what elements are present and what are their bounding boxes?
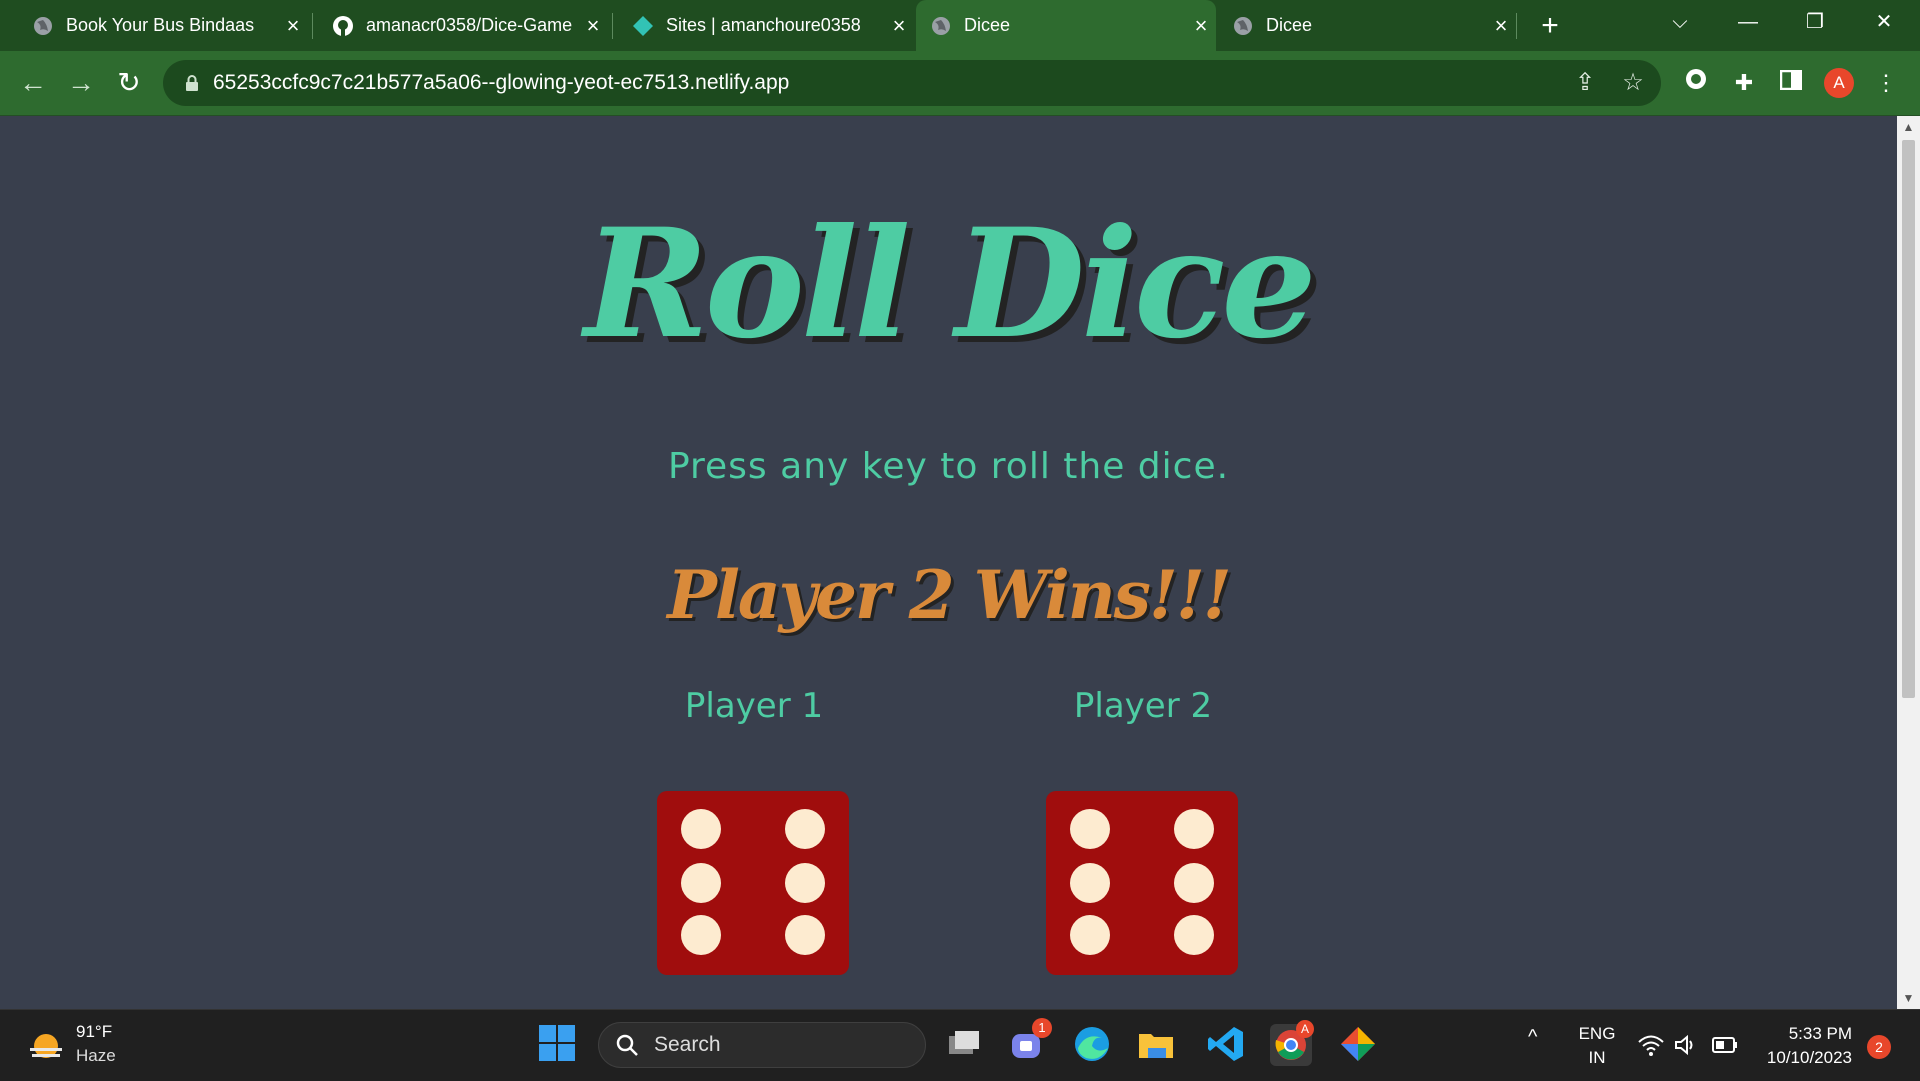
die-pip <box>1070 915 1110 955</box>
die-pip <box>1174 915 1214 955</box>
die-pip <box>681 809 721 849</box>
tab-strip: Book Your Bus Bindaas × amanacr0358/Dice… <box>0 0 1920 51</box>
globe-icon <box>930 15 952 37</box>
tab-github-dice-game[interactable]: amanacr0358/Dice-Game × <box>318 0 608 51</box>
forward-arrow-icon[interactable]: → <box>63 65 99 101</box>
instruction-text: Press any key to roll the dice. <box>667 446 1230 487</box>
die-pip <box>1070 863 1110 903</box>
close-tab-icon[interactable]: × <box>578 13 608 39</box>
tab-title: amanacr0358/Dice-Game <box>366 15 573 35</box>
tab-book-your-bus[interactable]: Book Your Bus Bindaas × <box>18 0 308 51</box>
tab-title: Book Your Bus Bindaas <box>66 15 255 35</box>
menu-kebab-icon[interactable]: ⋮ <box>1870 67 1902 99</box>
show-hidden-icons-chevron-icon[interactable]: ^ <box>1528 1026 1537 1049</box>
page-content: Roll Dice Press any key to roll the dice… <box>0 116 1897 1009</box>
extension-circle-icon[interactable] <box>1680 67 1712 99</box>
close-window-icon[interactable]: ✕ <box>1856 0 1912 45</box>
tab-title: Dicee <box>1266 15 1313 35</box>
volume-icon[interactable] <box>1674 1034 1698 1061</box>
language-line1[interactable]: ENG <box>1576 1024 1618 1044</box>
tab-dicee-active[interactable]: Dicee × <box>916 0 1216 51</box>
weather-description[interactable]: Haze <box>76 1046 116 1066</box>
tab-title: Sites | amanchoure0358 <box>666 15 861 35</box>
vscode-icon[interactable] <box>1206 1024 1248 1066</box>
player-1-die <box>657 791 849 975</box>
die-pip <box>785 915 825 955</box>
windows-start-icon[interactable] <box>538 1024 580 1066</box>
lock-icon[interactable] <box>185 75 199 96</box>
minimize-icon[interactable]: — <box>1720 0 1776 45</box>
close-tab-icon[interactable]: × <box>884 13 914 39</box>
github-icon <box>332 15 354 37</box>
tab-dicee[interactable]: Dicee × <box>1218 0 1516 51</box>
clock-time[interactable]: 5:33 PM <box>1752 1024 1852 1044</box>
battery-icon[interactable] <box>1712 1036 1738 1059</box>
die-pip <box>681 863 721 903</box>
netlify-icon <box>632 15 654 37</box>
page-title: Roll Dice <box>584 196 1317 372</box>
scroll-up-arrow-icon[interactable]: ▲ <box>1897 116 1920 138</box>
search-label: Search <box>654 1033 721 1056</box>
language-line2[interactable]: IN <box>1576 1048 1618 1068</box>
close-tab-icon[interactable]: × <box>1486 13 1516 39</box>
new-tab-button[interactable]: + <box>1530 6 1570 46</box>
scrollbar-thumb[interactable] <box>1902 140 1915 698</box>
die-pip <box>785 863 825 903</box>
teams-badge: 1 <box>1032 1018 1052 1038</box>
task-view-icon[interactable] <box>944 1024 986 1066</box>
tab-title: Dicee <box>964 15 1011 35</box>
player-2-label: Player 2 <box>1073 686 1213 726</box>
globe-icon <box>32 15 54 37</box>
bookmark-star-icon[interactable]: ☆ <box>1618 68 1648 98</box>
reload-icon[interactable]: ↻ <box>111 65 147 101</box>
edge-browser-icon[interactable] <box>1072 1024 1114 1066</box>
browser-toolbar: ← → ↻ 65253ccfc9c7c21b577a5a06--glowing-… <box>0 51 1920 116</box>
tab-netlify-sites[interactable]: Sites | amanchoure0358 × <box>618 0 914 51</box>
die-pip <box>1174 809 1214 849</box>
page-scrollbar[interactable]: ▲ ▼ <box>1897 116 1920 1009</box>
address-bar[interactable]: 65253ccfc9c7c21b577a5a06--glowing-yeot-e… <box>163 60 1661 106</box>
teams-chat-icon[interactable]: 1 <box>1008 1018 1052 1066</box>
extensions-puzzle-icon[interactable]: ✚ <box>1728 67 1760 99</box>
restore-icon[interactable]: ❐ <box>1787 0 1843 45</box>
die-pip <box>1174 863 1214 903</box>
back-arrow-icon[interactable]: ← <box>15 65 51 101</box>
tab-search-chevron-icon[interactable]: ⌵ <box>1652 0 1708 45</box>
weather-temperature[interactable]: 91°F <box>76 1022 112 1042</box>
profile-avatar[interactable]: A <box>1824 68 1854 98</box>
url-text: 65253ccfc9c7c21b577a5a06--glowing-yeot-e… <box>213 71 790 94</box>
globe-icon <box>1232 15 1254 37</box>
chrome-profile-badge: A <box>1296 1020 1314 1038</box>
clock-date[interactable]: 10/10/2023 <box>1752 1048 1852 1068</box>
taskbar-search[interactable]: Search <box>598 1022 926 1068</box>
search-icon <box>615 1033 639 1062</box>
result-heading: Player 2 Wins!!! <box>667 556 1232 634</box>
file-explorer-icon[interactable] <box>1136 1024 1178 1066</box>
player-1-label: Player 1 <box>684 686 824 726</box>
die-pip <box>681 915 721 955</box>
taskbar: 91°F Haze Search 1 A ^ ENG IN 5:33 PM 10… <box>0 1009 1920 1081</box>
weather-sun-icon[interactable] <box>26 1026 66 1071</box>
share-icon[interactable]: ⇪ <box>1570 68 1600 98</box>
close-tab-icon[interactable]: × <box>278 13 308 39</box>
close-tab-icon[interactable]: × <box>1186 13 1216 39</box>
die-pip <box>785 809 825 849</box>
wifi-icon[interactable] <box>1638 1034 1664 1061</box>
chrome-icon[interactable]: A <box>1270 1020 1314 1066</box>
side-panel-icon[interactable] <box>1775 67 1807 99</box>
git-app-icon[interactable] <box>1338 1024 1380 1066</box>
die-pip <box>1070 809 1110 849</box>
player-2-die <box>1046 791 1238 975</box>
scroll-down-arrow-icon[interactable]: ▼ <box>1897 987 1920 1009</box>
notification-badge[interactable]: 2 <box>1867 1035 1891 1059</box>
